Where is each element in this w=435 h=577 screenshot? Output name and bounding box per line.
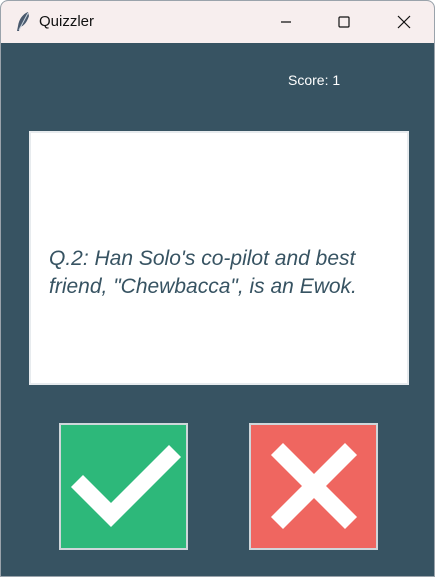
true-button[interactable] <box>59 423 188 550</box>
maximize-icon <box>338 16 350 28</box>
cross-icon <box>270 442 358 530</box>
false-button[interactable] <box>249 423 378 550</box>
minimize-icon <box>281 21 291 23</box>
title-bar[interactable]: Quizzler <box>1 1 434 43</box>
window-title: Quizzler <box>39 13 95 30</box>
score-label: Score: 1 <box>288 72 341 88</box>
maximize-button[interactable] <box>321 1 367 43</box>
close-button[interactable] <box>381 1 427 43</box>
minimize-button[interactable] <box>263 1 309 43</box>
feather-icon <box>13 11 33 33</box>
question-text: Q.2: Han Solo's co-pilot and best friend… <box>49 247 357 298</box>
quizzler-window: Quizzler Score: 1 Q.2: Han Solo's co-pil… <box>0 0 435 577</box>
checkmark-icon <box>70 444 182 528</box>
close-icon <box>397 15 411 29</box>
question-card: Q.2: Han Solo's co-pilot and best friend… <box>29 131 409 385</box>
